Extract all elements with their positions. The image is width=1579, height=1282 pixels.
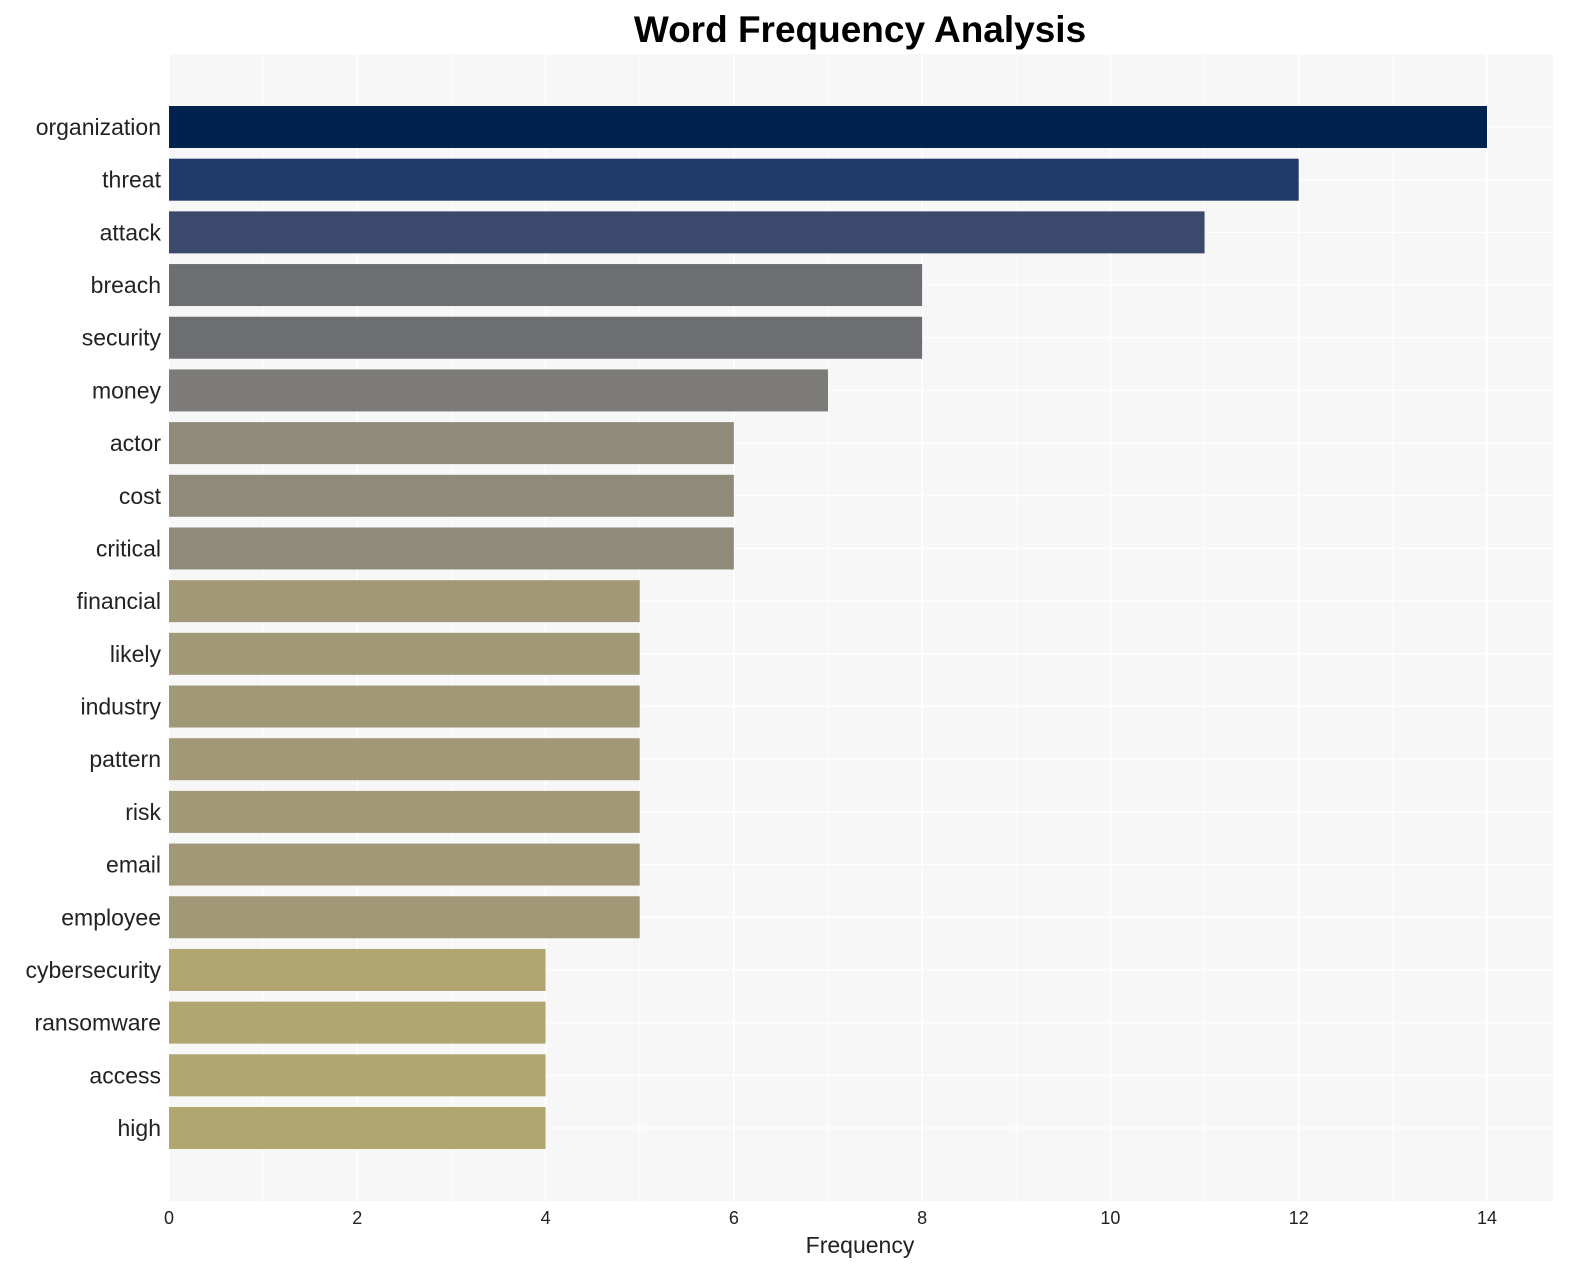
x-axis-label: Frequency <box>806 1232 915 1258</box>
y-tick-label: breach <box>91 272 161 298</box>
y-tick-label: email <box>106 852 161 878</box>
x-tick-label: 6 <box>729 1208 739 1228</box>
bar-actor <box>169 422 734 465</box>
bar-likely <box>169 632 640 675</box>
bar-employee <box>169 896 640 939</box>
y-tick-label: ransomware <box>34 1010 161 1036</box>
y-tick-label: industry <box>80 694 161 720</box>
bar-risk <box>169 790 640 833</box>
x-tick-label: 10 <box>1100 1208 1120 1228</box>
bar-ransomware <box>169 1001 546 1044</box>
y-tick-label: likely <box>110 641 162 667</box>
y-tick-label: pattern <box>89 746 161 772</box>
y-tick-label: cybersecurity <box>26 957 162 983</box>
x-tick-label: 4 <box>541 1208 551 1228</box>
y-tick-label: attack <box>100 219 162 245</box>
bar-security <box>169 316 923 359</box>
bar-cybersecurity <box>169 948 546 991</box>
y-tick-label: critical <box>96 535 161 561</box>
bar-money <box>169 369 828 412</box>
x-tick-label: 8 <box>917 1208 927 1228</box>
bar-access <box>169 1054 546 1097</box>
bar-threat <box>169 158 1299 201</box>
y-tick-label: organization <box>36 114 161 140</box>
bar-high <box>169 1107 546 1149</box>
x-tick-label: 0 <box>164 1208 174 1228</box>
bar-organization <box>169 106 1487 148</box>
y-tick-label: actor <box>110 430 161 456</box>
y-tick-label: money <box>92 377 162 403</box>
x-tick-labels: 0 2 4 6 8 10 12 14 <box>164 1208 1497 1228</box>
x-tick-label: 14 <box>1477 1208 1497 1228</box>
bar-critical <box>169 527 734 570</box>
bar-financial <box>169 580 640 623</box>
bar-attack <box>169 211 1205 254</box>
bar-email <box>169 843 640 886</box>
bar-breach <box>169 264 923 307</box>
y-tick-label: threat <box>102 167 161 193</box>
x-tick-label: 2 <box>352 1208 362 1228</box>
y-tick-label: high <box>118 1115 161 1141</box>
y-tick-labels: organization threat attack breach security mo… <box>26 114 162 1141</box>
y-tick-label: security <box>82 325 162 351</box>
bar-pattern <box>169 738 640 781</box>
bar-cost <box>169 474 734 517</box>
x-tick-label: 12 <box>1289 1208 1309 1228</box>
chart-title: Word Frequency Analysis <box>634 9 1086 50</box>
y-tick-label: access <box>89 1062 161 1088</box>
bar-chart: organization threat attack breach security mo… <box>26 9 1553 1258</box>
y-tick-label: risk <box>125 799 161 825</box>
y-tick-label: cost <box>119 483 162 509</box>
y-tick-label: employee <box>61 904 161 930</box>
y-tick-label: financial <box>77 588 161 614</box>
bar-industry <box>169 685 640 728</box>
